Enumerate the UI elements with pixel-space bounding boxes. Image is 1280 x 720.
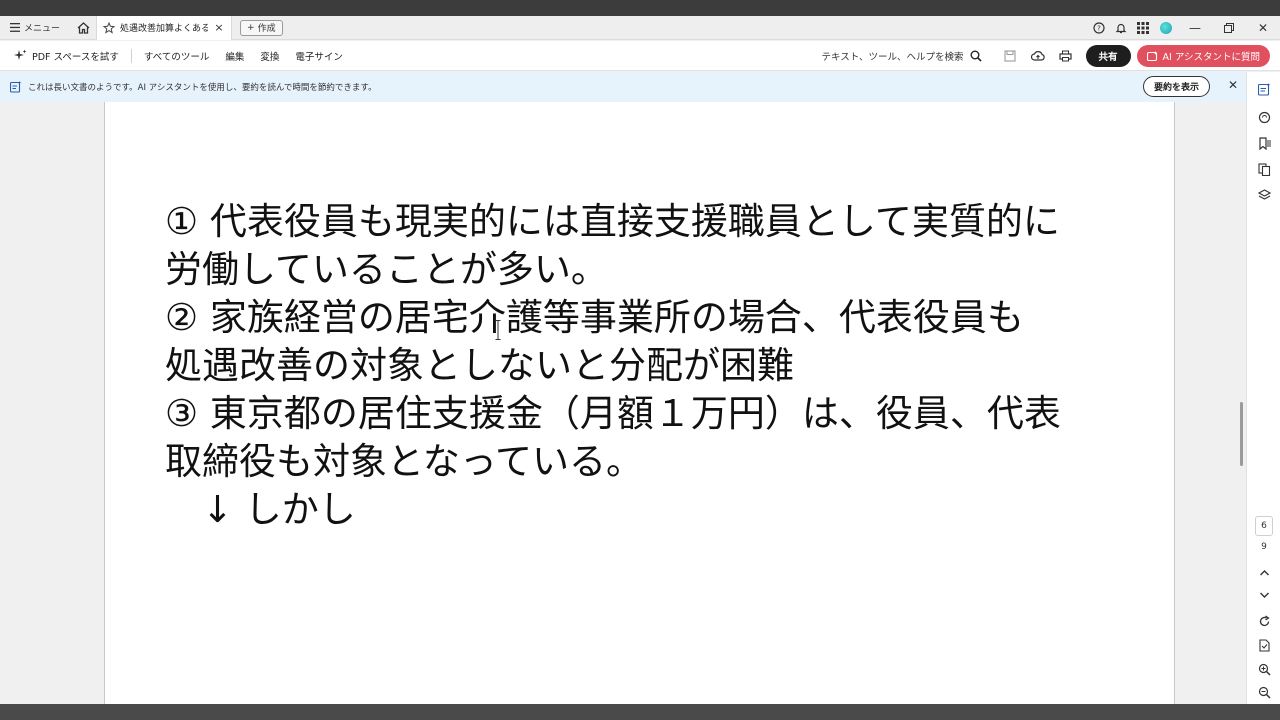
pages-icon[interactable] [1256,161,1272,177]
home-icon [77,21,90,34]
save-icon[interactable] [996,41,1024,71]
ai-doc-icon [10,81,22,93]
convert-button[interactable]: 変換 [252,49,287,63]
pdf-page[interactable]: ① 代表役員も現実的には直接支援職員として実質的に 労働していることが多い。 ②… [104,102,1175,704]
ai-assistant-label: AI アシスタントに質問 [1162,52,1260,63]
svg-text:?: ? [1097,25,1101,33]
plus-icon: + [247,22,255,33]
tab-title: 処遇改善加算よくある... [120,24,209,34]
share-button[interactable]: 共有 [1085,45,1131,67]
right-rail: 6 9 [1246,72,1280,704]
page-fit-icon[interactable] [1256,637,1272,653]
page-text-line: ② 家族経営の居宅介護等事業所の場合、代表役員も [165,296,1024,339]
rotate-icon[interactable] [1256,613,1272,629]
restore-icon[interactable] [1212,16,1246,40]
page-text-line: ① 代表役員も現実的には直接支援職員として実質的に [165,200,1060,243]
text-cursor-icon [495,320,501,340]
document-viewport[interactable]: ① 代表役員も現実的には直接支援職員として実質的に 労働していることが多い。 ②… [0,102,1246,704]
zoom-in-icon[interactable] [1256,661,1272,677]
page-text-line: ③ 東京都の居住支援金（月額１万円）は、役員、代表 [165,392,1061,435]
total-pages: 9 [1261,542,1267,552]
bottom-strip [0,704,1280,720]
title-bar: メニュー 処遇改善加算よくある... × + 作成 ? — ✕ [0,15,1280,40]
menu-button[interactable]: メニュー [0,16,70,40]
help-icon[interactable]: ? [1088,16,1110,40]
zoom-out-icon[interactable] [1256,684,1272,700]
search-label: テキスト、ツール、ヘルプを検索 [821,52,964,63]
try-pdf-space-button[interactable]: PDF スペースを試す [0,49,127,63]
current-page-input[interactable]: 6 [1255,516,1273,536]
search-icon [970,50,982,62]
close-window-icon[interactable]: ✕ [1246,16,1280,40]
tab-close-icon[interactable]: × [213,21,225,34]
page-text-line: 労働していることが多い。 [165,248,608,291]
layers-icon[interactable] [1256,187,1272,203]
try-pdf-space-label: PDF スペースを試す [32,51,119,63]
ai-summary-rail-icon[interactable] [1256,81,1272,97]
top-strip [0,0,1280,16]
home-button[interactable] [70,16,96,40]
create-button[interactable]: + 作成 [240,19,283,36]
ai-assistant-button[interactable]: AI アシスタントに質問 [1136,45,1270,67]
cloud-upload-icon[interactable] [1024,41,1052,71]
sparkle-icon [14,49,27,62]
toolbar-divider [130,48,132,63]
edit-button[interactable]: 編集 [217,49,252,63]
ai-summary-notice: これは長い文書のようです。AI アシスタントを使用し、要約を読んで時間を節約でき… [0,72,1246,102]
menu-label: メニュー [24,24,61,34]
notice-text: これは長い文書のようです。AI アシスタントを使用し、要約を読んで時間を節約でき… [28,83,377,93]
page-text-line: 処遇改善の対象としないと分配が困難 [165,344,794,387]
page-text-line: 取締役も対象となっている。 [165,440,644,483]
page-text-line: ↓ しかし [165,488,356,531]
show-summary-button[interactable]: 要約を表示 [1142,76,1210,97]
all-tools-button[interactable]: すべてのツール [136,49,217,63]
vertical-scrollbar-thumb[interactable] [1240,402,1243,466]
hamburger-icon [10,23,20,32]
toolbar-right: テキスト、ツール、ヘルプを検索 共有 AI アシスタントに質問 [822,41,1270,71]
star-icon[interactable] [103,21,116,34]
e-sign-button[interactable]: 電子サイン [287,49,351,63]
print-icon[interactable] [1052,41,1080,71]
bookmark-icon[interactable] [1256,135,1272,151]
ai-sparkle-icon [1146,50,1158,62]
bell-icon[interactable] [1110,16,1132,40]
title-bar-right: ? — ✕ [1088,16,1280,40]
page-text-block: ① 代表役員も現実的には直接支援職員として実質的に 労働していることが多い。 ②… [165,198,1145,534]
chevron-down-icon[interactable] [1256,587,1272,603]
apps-grid-icon[interactable] [1132,16,1154,40]
toolbar: PDF スペースを試す すべてのツール 編集 変換 電子サイン テキスト、ツール… [0,41,1280,71]
chevron-up-icon[interactable] [1256,565,1272,581]
comment-icon[interactable] [1256,109,1272,125]
notice-close-icon[interactable]: ✕ [1228,78,1238,92]
avatar[interactable] [1160,22,1172,34]
minimize-icon[interactable]: — [1178,16,1212,40]
create-label: 作成 [257,24,276,34]
search-button[interactable]: テキスト、ツール、ヘルプを検索 [822,49,996,63]
tab-document[interactable]: 処遇改善加算よくある... × [96,15,233,40]
